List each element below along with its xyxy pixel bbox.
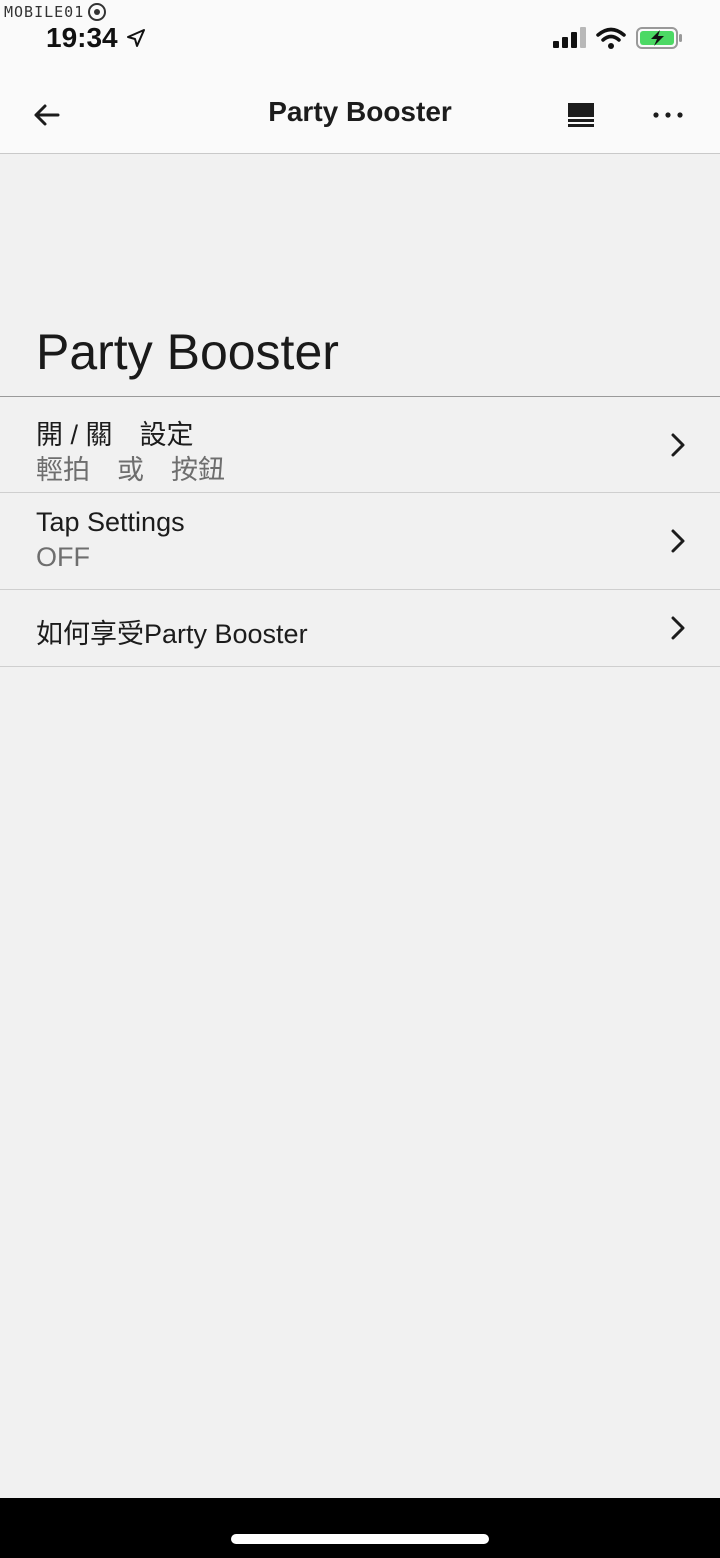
battery-charging-icon <box>636 27 682 49</box>
watermark-text: MOBILE01 <box>4 3 85 21</box>
home-indicator[interactable] <box>231 1534 489 1544</box>
list-item-tap-settings[interactable]: Tap Settings OFF <box>0 493 720 590</box>
navigation-bar: Party Booster <box>0 62 720 154</box>
list-item-label: Tap Settings <box>36 507 185 537</box>
home-indicator-area <box>0 1498 720 1558</box>
cellular-signal-icon <box>553 27 586 48</box>
list-item-label: 如何享受Party Booster <box>36 619 308 649</box>
chevron-right-icon <box>671 616 685 640</box>
watermark: MOBILE01 <box>4 2 108 22</box>
status-time: 19:34 <box>46 22 118 53</box>
chevron-right-icon <box>671 433 685 457</box>
list-item-on-off-settings[interactable]: 開 / 關 設定 輕拍 或 按鈕 <box>0 397 720 493</box>
more-horizontal-icon[interactable] <box>650 100 686 130</box>
chevron-right-icon <box>671 529 685 553</box>
status-indicators <box>552 26 684 50</box>
wifi-icon <box>596 27 626 49</box>
list-item-value: OFF <box>36 542 90 572</box>
list-item-how-to-enjoy[interactable]: 如何享受Party Booster <box>0 590 720 667</box>
page-title: Party Booster <box>36 324 339 380</box>
watermark-logo-icon <box>88 3 107 21</box>
settings-list: 開 / 關 設定 輕拍 或 按鈕 Tap Settings OFF 如何享受Pa… <box>0 396 720 667</box>
panel-view-icon[interactable] <box>566 100 596 130</box>
status-time-group: 19:34 <box>46 22 146 54</box>
list-item-value: 輕拍 或 按鈕 <box>36 455 225 485</box>
list-item-label: 開 / 關 設定 <box>36 420 194 450</box>
location-arrow-icon <box>126 29 145 47</box>
nav-title: Party Booster <box>268 96 452 127</box>
